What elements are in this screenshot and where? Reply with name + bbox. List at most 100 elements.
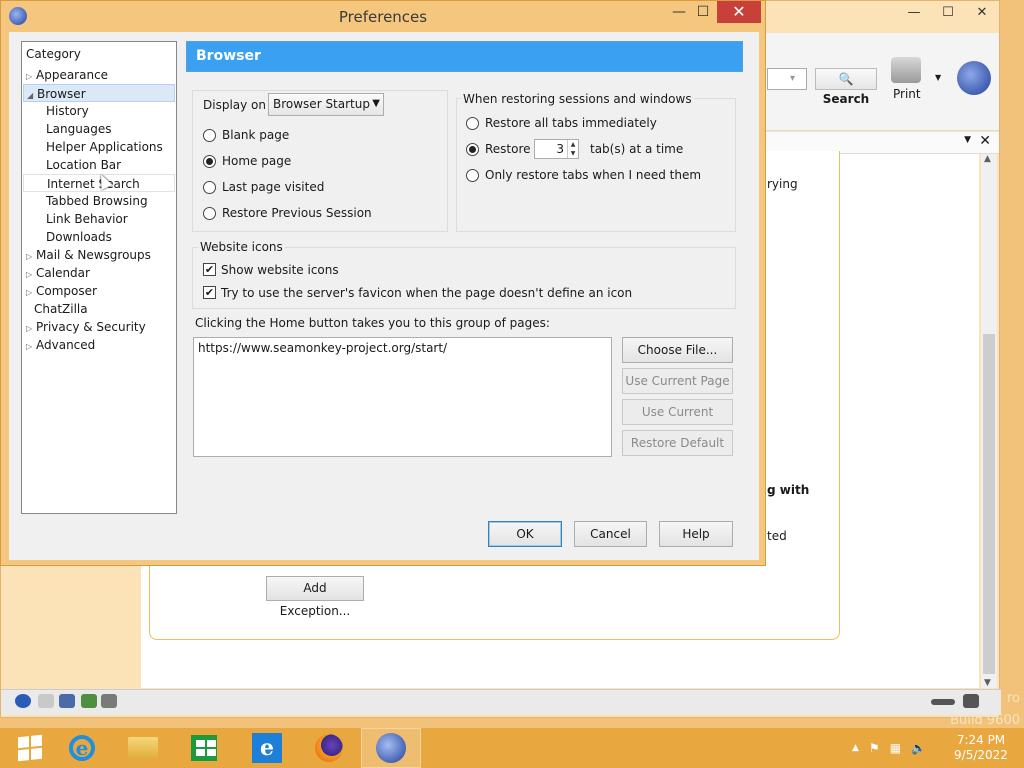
tree-item-helper-applications[interactable]: Helper Applications — [23, 138, 175, 156]
tree-item-history[interactable]: History — [23, 102, 175, 120]
tree-item-label: Browser — [37, 87, 86, 101]
use-current-group-button[interactable]: Use Current Group — [622, 399, 733, 443]
firefox-icon — [315, 734, 343, 762]
composer-icon[interactable] — [81, 694, 97, 708]
tree-item-privacy-security[interactable]: ▷ Privacy & Security — [23, 318, 175, 336]
home-pages-textarea[interactable]: https://www.seamonkey-project.org/start/ — [193, 337, 612, 457]
restore-count-value: 3 — [556, 142, 564, 156]
restore-count-suffix: tab(s) at a time — [590, 142, 684, 156]
maximize-button[interactable]: ☐ — [693, 1, 713, 23]
tree-header: Category — [26, 47, 81, 61]
tab-list-icon[interactable]: ▼ — [964, 135, 971, 145]
show-website-icons-checkbox[interactable]: ✔ — [203, 263, 216, 276]
show-website-icons-label[interactable]: Show website icons — [221, 263, 339, 277]
bg-maximize-button[interactable]: ☐ — [931, 1, 965, 25]
scroll-down-icon[interactable]: ▼ — [984, 678, 991, 688]
minimize-button[interactable]: — — [669, 1, 689, 23]
navigator-icon[interactable] — [15, 694, 31, 708]
radio-label-blank-page[interactable]: Blank page — [222, 128, 289, 142]
seamonkey-logo-icon — [957, 61, 991, 95]
dialog-client-area: Category ▷ Appearance ◢ Browser History La… — [9, 32, 759, 560]
taskbar-store[interactable] — [174, 728, 234, 768]
mail-icon[interactable] — [38, 694, 54, 708]
display-on-select[interactable]: Browser Startup ▼ — [268, 93, 384, 116]
taskbar-firefox[interactable] — [299, 728, 359, 768]
restore-default-button[interactable]: Restore Default — [622, 430, 733, 456]
close-button[interactable]: ✕ — [717, 1, 761, 23]
taskbar-clock[interactable]: 7:24 PM 9/5/2022 — [950, 733, 1012, 763]
cancel-button[interactable]: Cancel — [574, 521, 647, 547]
use-favicon-checkbox[interactable]: ✔ — [203, 286, 216, 299]
flag-icon[interactable]: ⚑ — [869, 741, 880, 755]
volume-muted-icon[interactable]: 🔈 — [911, 741, 926, 755]
bg-vertical-scrollbar[interactable]: ▲ ▼ — [981, 154, 997, 688]
taskbar-internet-explorer[interactable]: e — [52, 728, 112, 768]
add-exception-button[interactable]: Add Exception... — [266, 576, 364, 618]
chevron-down-icon[interactable]: ▼ — [935, 73, 941, 82]
choose-file-button[interactable]: Choose File... — [622, 337, 733, 363]
bg-print-label[interactable]: Print — [893, 87, 921, 101]
tree-item-link-behavior[interactable]: Link Behavior — [23, 210, 175, 228]
preferences-dialog: Preferences — ☐ ✕ Category ▷ Appearance ◢… — [0, 0, 766, 566]
bg-search-button[interactable]: 🔍 Search — [815, 68, 877, 106]
dialog-titlebar[interactable]: Preferences — ☐ ✕ — [1, 1, 765, 31]
bg-status-bar — [1, 689, 1001, 715]
help-button[interactable]: Help — [659, 521, 733, 547]
tree-item-chatzilla[interactable]: ChatZilla — [23, 300, 175, 318]
scroll-thumb[interactable] — [983, 334, 995, 674]
network-icon[interactable]: ▦ — [890, 741, 901, 755]
tree-item-languages[interactable]: Languages — [23, 120, 175, 138]
category-tree[interactable]: Category ▷ Appearance ◢ Browser History La… — [21, 41, 177, 514]
tree-item-appearance[interactable]: ▷ Appearance — [23, 66, 175, 84]
taskbar-file-explorer[interactable] — [113, 728, 173, 768]
address-book-icon[interactable] — [59, 694, 75, 708]
store-icon — [191, 735, 217, 761]
scroll-up-icon[interactable]: ▲ — [984, 154, 991, 164]
bg-search-engine-combo[interactable]: ▾ — [767, 68, 807, 90]
radio-restore-count[interactable] — [466, 143, 479, 156]
bg-minimize-button[interactable]: — — [897, 1, 931, 25]
tray-expand-icon[interactable]: ▲ — [852, 743, 859, 753]
system-tray: ▲ ⚑ ▦ 🔈 — [852, 728, 926, 768]
ok-button[interactable]: OK — [488, 521, 562, 547]
tree-item-advanced[interactable]: ▷ Advanced — [23, 336, 175, 354]
display-on-label: Display on — [203, 98, 266, 112]
start-button[interactable] — [0, 728, 60, 768]
radio-label-restore-when-needed[interactable]: Only restore tabs when I need them — [485, 168, 701, 182]
tree-item-location-bar[interactable]: Location Bar — [23, 156, 175, 174]
restore-count-stepper[interactable]: 3 ▲ ▼ — [534, 139, 579, 159]
printer-icon[interactable] — [891, 57, 921, 83]
close-tab-icon[interactable]: ✕ — [979, 133, 991, 149]
tree-item-composer[interactable]: ▷ Composer — [23, 282, 175, 300]
website-icons-legend: Website icons — [198, 240, 285, 254]
radio-restore-all[interactable] — [466, 117, 479, 130]
bg-text-fragment: rying — [767, 177, 798, 191]
radio-home-page[interactable] — [203, 155, 216, 168]
radio-restore-when-needed[interactable] — [466, 169, 479, 182]
expand-arrow-icon[interactable]: ▷ — [26, 338, 36, 356]
use-current-page-button[interactable]: Use Current Page — [622, 368, 733, 394]
radio-label-restore-all[interactable]: Restore all tabs immediately — [485, 116, 657, 130]
display-on-select-value: Browser Startup — [273, 97, 370, 111]
taskbar-seamonkey[interactable] — [361, 728, 421, 768]
stepper-arrows-icon[interactable]: ▲ ▼ — [567, 140, 578, 158]
radio-label-restore[interactable]: Restore — [485, 142, 531, 156]
tree-item-calendar[interactable]: ▷ Calendar — [23, 264, 175, 282]
use-favicon-label[interactable]: Try to use the server's favicon when the… — [221, 286, 632, 300]
radio-restore-previous-session[interactable] — [203, 207, 216, 220]
bg-close-button[interactable]: ✕ — [965, 1, 999, 25]
internet-explorer-icon: e — [69, 735, 95, 761]
radio-blank-page[interactable] — [203, 129, 216, 142]
bg-window-controls: — ☐ ✕ — [897, 1, 999, 25]
radio-label-restore-previous-session[interactable]: Restore Previous Session — [222, 206, 372, 220]
radio-label-home-page[interactable]: Home page — [222, 154, 291, 168]
tree-item-downloads[interactable]: Downloads — [23, 228, 175, 246]
tree-item-label: Advanced — [36, 338, 96, 352]
radio-label-last-page-visited[interactable]: Last page visited — [222, 180, 324, 194]
tree-item-mail-newsgroups[interactable]: ▷ Mail & Newsgroups — [23, 246, 175, 264]
taskbar-ie-app[interactable]: e — [237, 728, 297, 768]
radio-last-page-visited[interactable] — [203, 181, 216, 194]
chatzilla-icon[interactable] — [101, 694, 117, 708]
tree-item-tabbed-browsing[interactable]: Tabbed Browsing — [23, 192, 175, 210]
tree-item-browser[interactable]: ◢ Browser — [23, 84, 175, 102]
